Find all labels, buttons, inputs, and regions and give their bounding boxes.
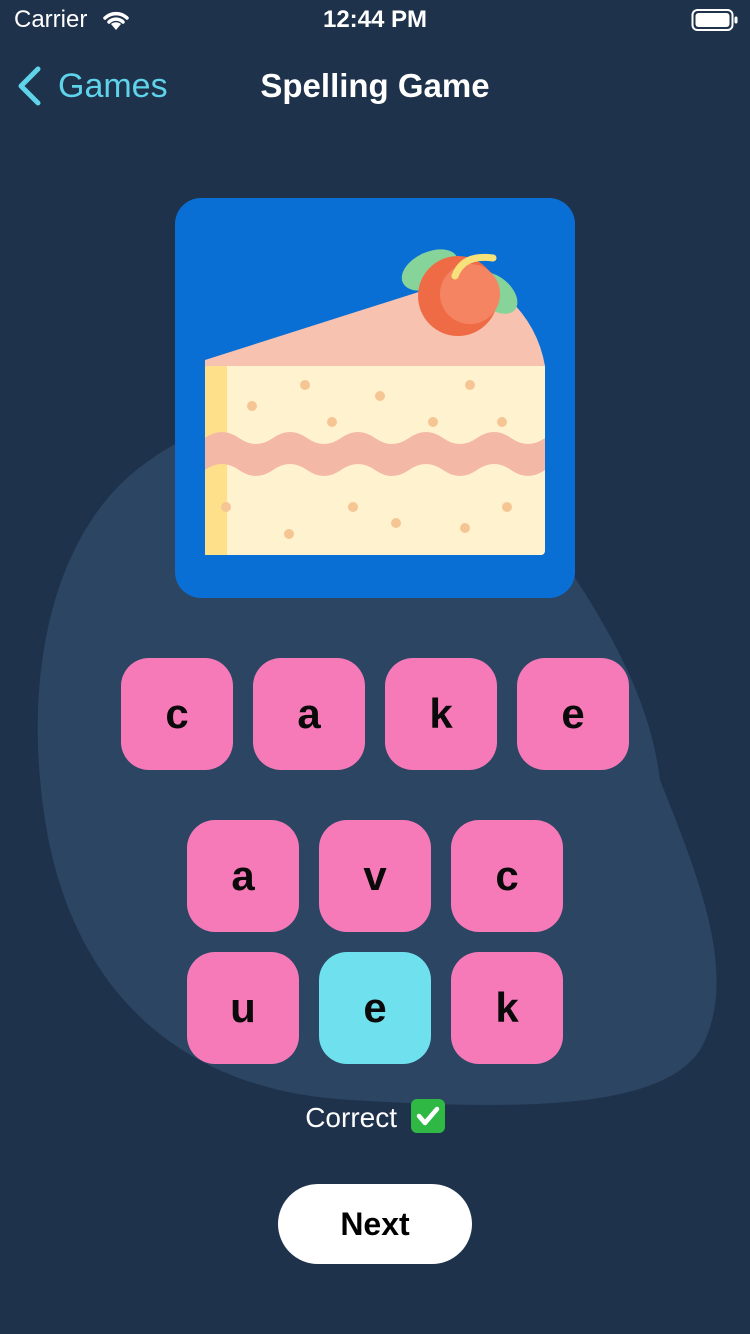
clock-time: 12:44 PM [322, 6, 428, 33]
letter-choice-tile[interactable]: k [451, 952, 563, 1064]
next-button[interactable]: Next [278, 1184, 472, 1264]
letter-choice-tile[interactable]: u [187, 952, 299, 1064]
status-bar: Carrier 12:44 PM [0, 0, 750, 40]
check-mark-icon [410, 1099, 445, 1133]
battery-icon [691, 9, 738, 31]
answer-tile[interactable]: e [517, 658, 629, 770]
letter-choice-tile[interactable]: a [187, 820, 299, 932]
word-picture [175, 198, 575, 598]
letter-choice-tile-selected[interactable]: e [319, 952, 431, 1064]
cake-slice-icon [205, 249, 545, 555]
page-title: Spelling Game [260, 67, 490, 104]
feedback-message: Correct [0, 1096, 750, 1140]
answer-tile[interactable]: k [385, 658, 497, 770]
letter-choice-tile[interactable]: c [451, 820, 563, 932]
answer-tile[interactable]: a [253, 658, 365, 770]
answer-tile[interactable]: c [121, 658, 233, 770]
letter-choice-tile[interactable]: v [319, 820, 431, 932]
navigation-bar: Games Spelling Game [0, 50, 750, 120]
feedback-text: Correct [305, 1102, 397, 1133]
